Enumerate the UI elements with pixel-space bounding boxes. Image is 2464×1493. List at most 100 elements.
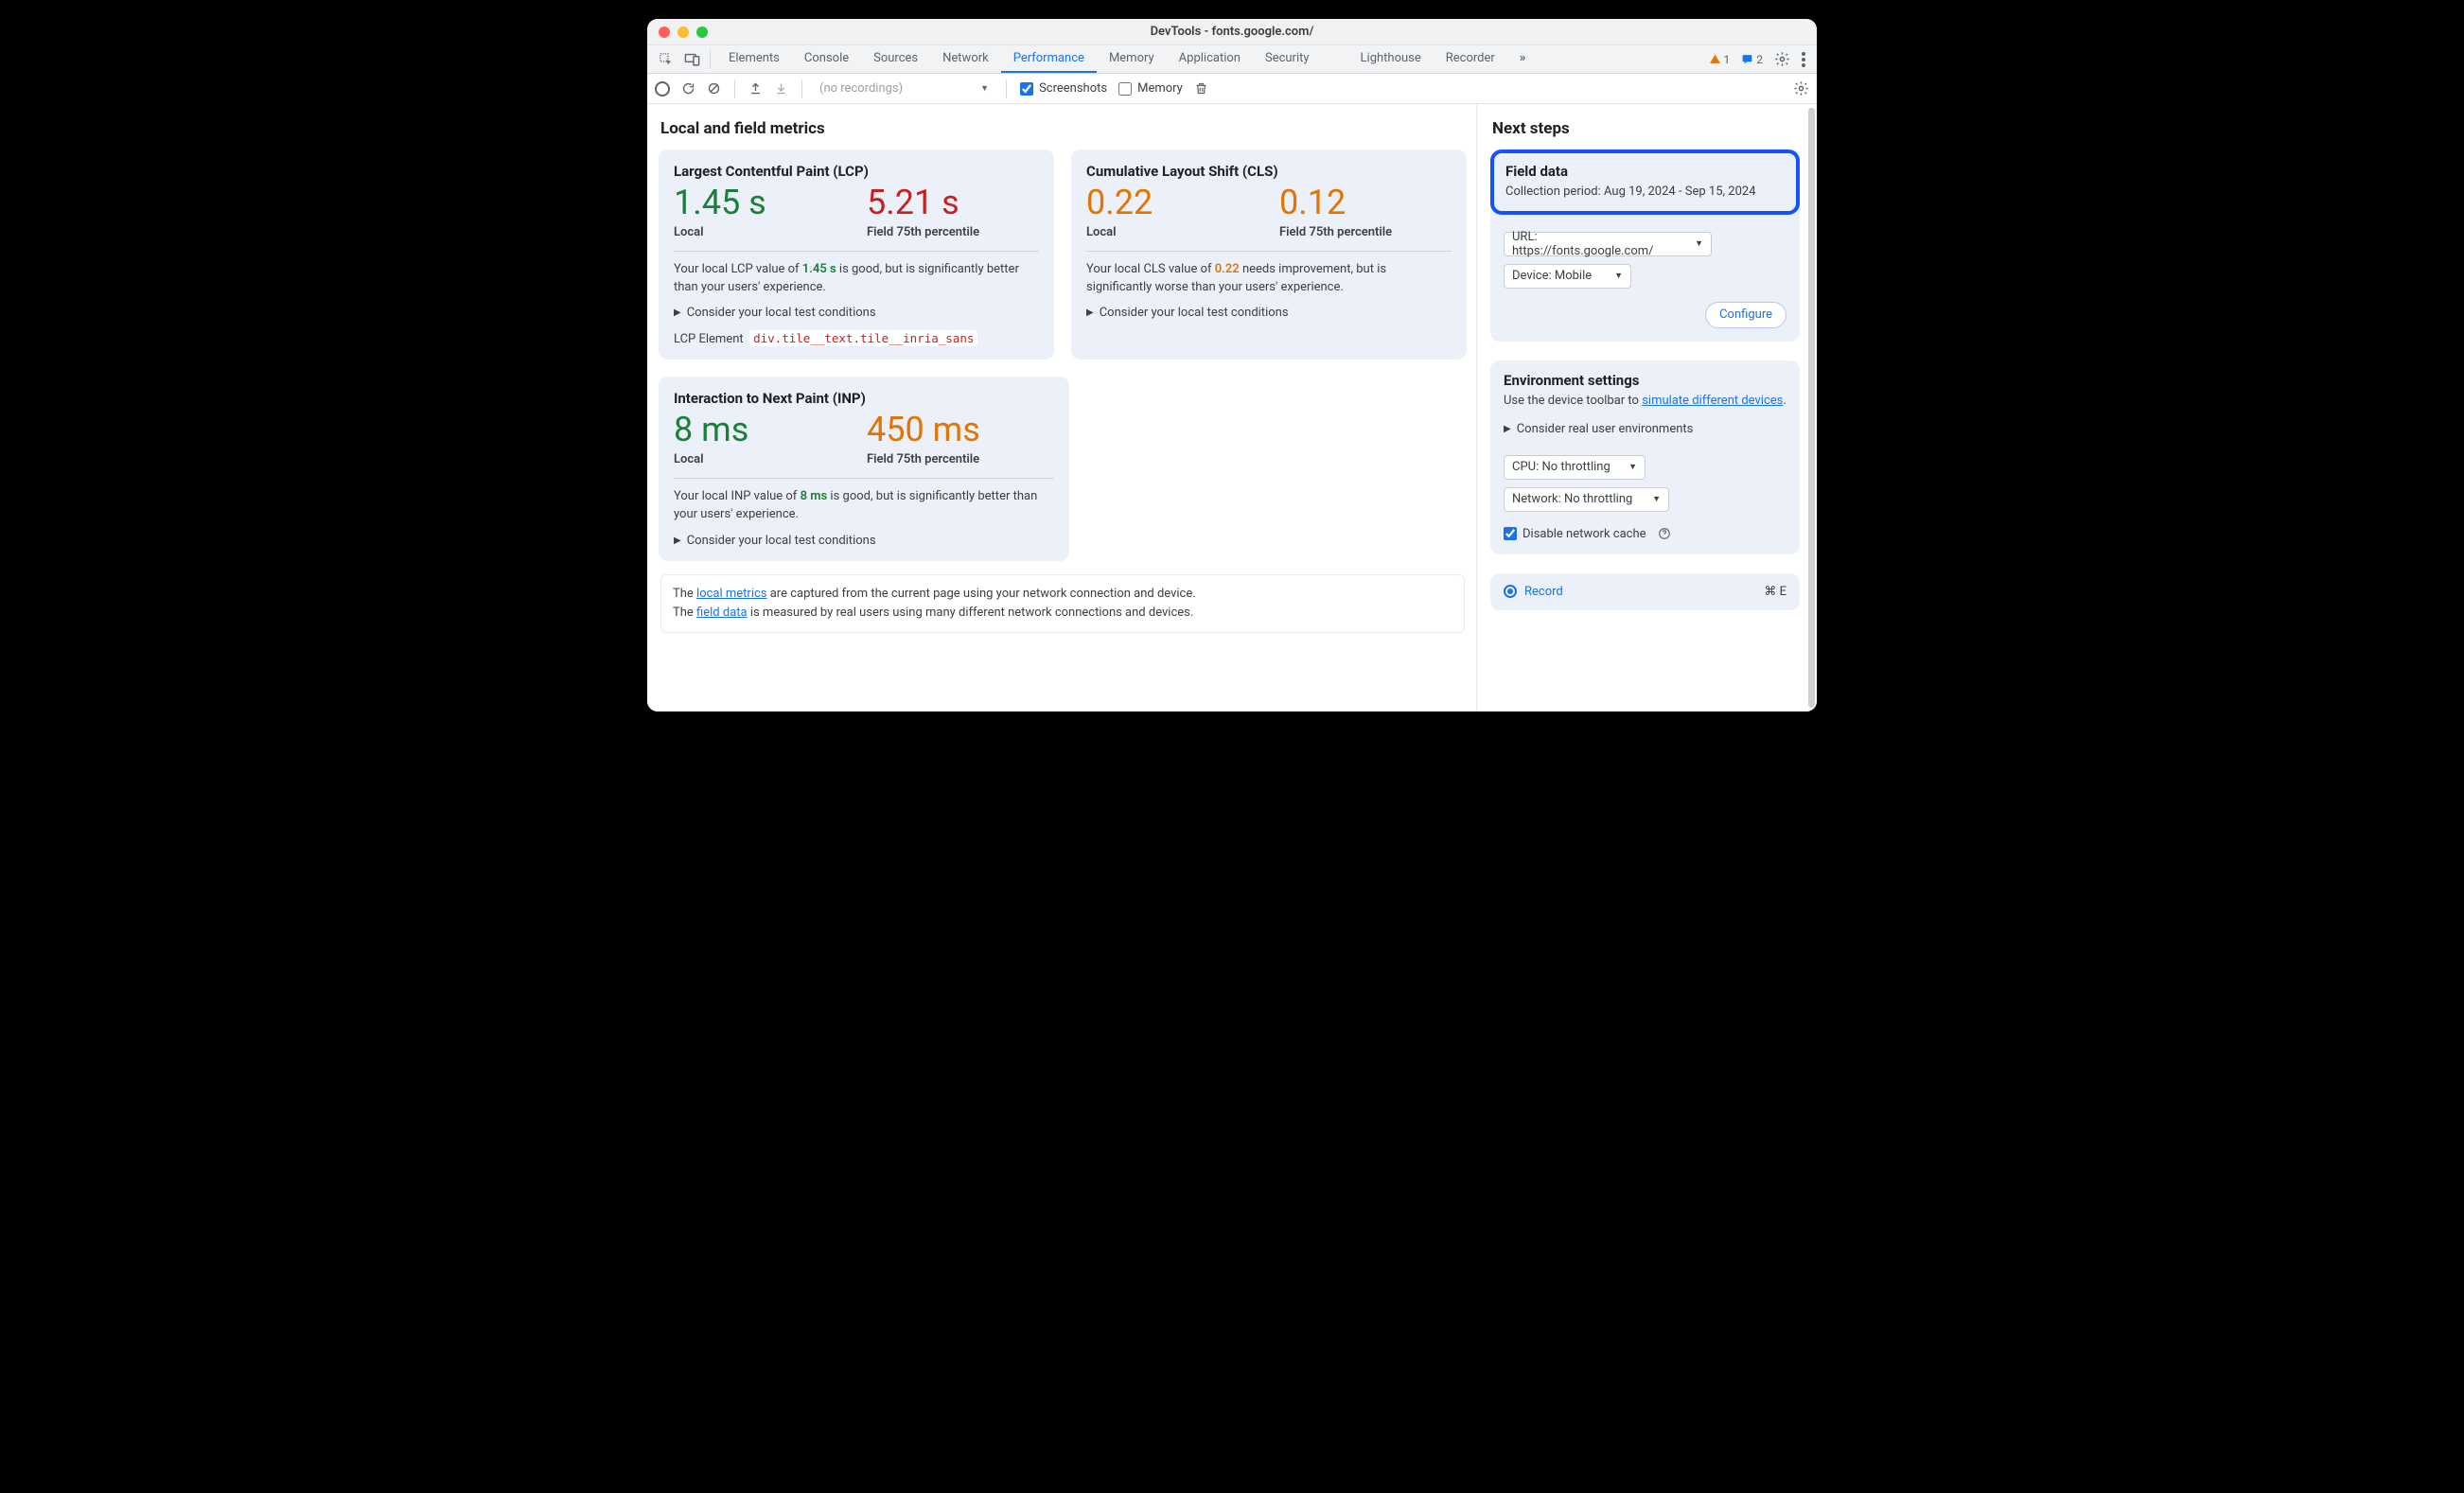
memory-checkbox-input[interactable] (1118, 82, 1132, 96)
clear-icon[interactable] (707, 81, 721, 96)
record-shortcut: ⌘ E (1764, 585, 1786, 599)
environment-text: Use the device toolbar to simulate diffe… (1504, 393, 1786, 411)
environment-title: Environment settings (1504, 372, 1786, 389)
record-dot-icon (1504, 585, 1517, 598)
device-select[interactable]: Device: Mobile▼ (1504, 264, 1631, 289)
download-icon[interactable] (774, 81, 788, 96)
disable-cache-label: Disable network cache (1522, 527, 1646, 541)
inp-local-value: 8 ms (674, 413, 835, 448)
screenshots-label: Screenshots (1039, 81, 1107, 96)
lcp-consider-toggle[interactable]: ▶Consider your local test conditions (674, 306, 1039, 320)
tab-memory[interactable]: Memory (1097, 45, 1167, 73)
tab-lighthouse[interactable]: Lighthouse (1348, 45, 1434, 73)
triangle-right-icon: ▶ (674, 536, 681, 546)
simulate-devices-link[interactable]: simulate different devices (1642, 394, 1783, 408)
screenshots-checkbox[interactable]: Screenshots (1020, 81, 1107, 96)
maximize-window-button[interactable] (696, 26, 708, 38)
cls-card: Cumulative Layout Shift (CLS) 0.22 Local… (1071, 149, 1467, 360)
panel-settings-icon[interactable] (1793, 80, 1809, 97)
memory-label: Memory (1137, 81, 1183, 96)
kebab-menu-icon[interactable] (1802, 52, 1805, 67)
recordings-placeholder: (no recordings) (819, 81, 903, 96)
record-icon[interactable] (655, 81, 670, 97)
close-window-button[interactable] (659, 26, 670, 38)
field-data-highlight: Field data Collection period: Aug 19, 20… (1490, 149, 1800, 215)
lcp-local-value: 1.45 s (674, 185, 835, 221)
warnings-badge[interactable]: 1 (1709, 53, 1731, 66)
field-data-panel: Field data Collection period: Aug 19, 20… (1490, 149, 1800, 342)
lcp-element-label: LCP Element (674, 332, 744, 346)
cls-local-label: Local (1086, 225, 1247, 239)
environment-panel: Environment settings Use the device tool… (1490, 360, 1800, 554)
inp-title: Interaction to Next Paint (INP) (674, 390, 1054, 407)
titlebar: DevTools - fonts.google.com/ (647, 19, 1817, 45)
lcp-field-value: 5.21 s (867, 185, 1028, 221)
lcp-description: Your local LCP value of 1.45 s is good, … (674, 261, 1039, 297)
lcp-element-row: LCP Element div.tile__text.tile__inria_s… (674, 331, 1039, 346)
configure-button[interactable]: Configure (1705, 302, 1786, 328)
record-card[interactable]: Record ⌘ E (1490, 573, 1800, 610)
minimize-window-button[interactable] (678, 26, 689, 38)
field-data-period: Collection period: Aug 19, 2024 - Sep 15… (1505, 184, 1785, 202)
inp-local-label: Local (674, 452, 835, 466)
next-steps-pane: Next steps Field data Collection period:… (1476, 104, 1817, 711)
disable-cache-checkbox-input[interactable] (1504, 527, 1517, 540)
disable-cache-checkbox[interactable]: Disable network cache (1504, 527, 1786, 541)
cls-field-label: Field 75th percentile (1279, 225, 1440, 239)
tab-network[interactable]: Network (930, 45, 1001, 73)
field-data-title: Field data (1505, 163, 1785, 180)
cpu-throttle-select[interactable]: CPU: No throttling▼ (1504, 455, 1646, 480)
inp-consider-toggle[interactable]: ▶Consider your local test conditions (674, 534, 1054, 548)
recordings-select[interactable]: (no recordings) ▼ (816, 81, 993, 96)
network-throttle-select[interactable]: Network: No throttling▼ (1504, 487, 1669, 512)
tabs-row: Elements Console Sources Network Perform… (647, 45, 1817, 74)
inspect-element-icon[interactable] (653, 45, 678, 73)
triangle-right-icon: ▶ (1504, 424, 1511, 434)
tab-application[interactable]: Application (1167, 45, 1253, 73)
window-title: DevTools - fonts.google.com/ (647, 25, 1817, 39)
url-select[interactable]: URL: https://fonts.google.com/▼ (1504, 232, 1712, 256)
tabs-right: 1 2 (1709, 45, 1812, 73)
triangle-right-icon: ▶ (1086, 307, 1094, 318)
settings-icon[interactable] (1774, 51, 1790, 67)
memory-checkbox[interactable]: Memory (1118, 81, 1183, 96)
tab-sources[interactable]: Sources (861, 45, 930, 73)
help-icon[interactable] (1658, 527, 1671, 540)
metrics-footer: The local metrics are captured from the … (660, 574, 1465, 633)
warnings-count: 1 (1724, 53, 1731, 66)
next-steps-heading: Next steps (1492, 119, 1800, 138)
screenshots-checkbox-input[interactable] (1020, 82, 1033, 96)
more-tabs-icon[interactable]: » (1507, 45, 1539, 73)
field-data-link[interactable]: field data (696, 606, 748, 620)
tab-recorder[interactable]: Recorder (1434, 45, 1507, 73)
cls-local-value: 0.22 (1086, 185, 1247, 221)
window-controls (659, 26, 708, 38)
record-label: Record (1524, 585, 1563, 599)
lcp-field-label: Field 75th percentile (867, 225, 1028, 239)
messages-badge[interactable]: 2 (1741, 53, 1763, 66)
tab-security[interactable]: Security (1253, 45, 1322, 73)
reload-icon[interactable] (681, 81, 695, 96)
upload-icon[interactable] (748, 81, 763, 96)
inp-description: Your local INP value of 8 ms is good, bu… (674, 488, 1054, 524)
devtools-window: DevTools - fonts.google.com/ Elements Co… (647, 19, 1817, 711)
env-consider-toggle[interactable]: ▶Consider real user environments (1504, 422, 1786, 436)
lcp-title: Largest Contentful Paint (LCP) (674, 163, 1039, 180)
tab-console[interactable]: Console (792, 45, 861, 73)
metrics-heading: Local and field metrics (660, 119, 1467, 138)
cls-consider-toggle[interactable]: ▶Consider your local test conditions (1086, 306, 1452, 320)
tab-performance[interactable]: Performance (1001, 45, 1097, 73)
inp-field-label: Field 75th percentile (867, 452, 1028, 466)
inp-field-value: 450 ms (867, 413, 1028, 448)
local-metrics-link[interactable]: local metrics (696, 587, 766, 601)
tab-elements[interactable]: Elements (716, 45, 792, 73)
cls-description: Your local CLS value of 0.22 needs impro… (1086, 261, 1452, 297)
scrollbar[interactable] (1808, 108, 1815, 708)
triangle-right-icon: ▶ (674, 307, 681, 318)
cls-title: Cumulative Layout Shift (CLS) (1086, 163, 1452, 180)
lcp-element-selector[interactable]: div.tile__text.tile__inria_sans (749, 330, 977, 346)
lcp-card: Largest Contentful Paint (LCP) 1.45 s Lo… (659, 149, 1054, 360)
cls-field-value: 0.12 (1279, 185, 1440, 221)
garbage-collect-icon[interactable] (1194, 81, 1208, 96)
device-toolbar-icon[interactable] (679, 45, 704, 73)
